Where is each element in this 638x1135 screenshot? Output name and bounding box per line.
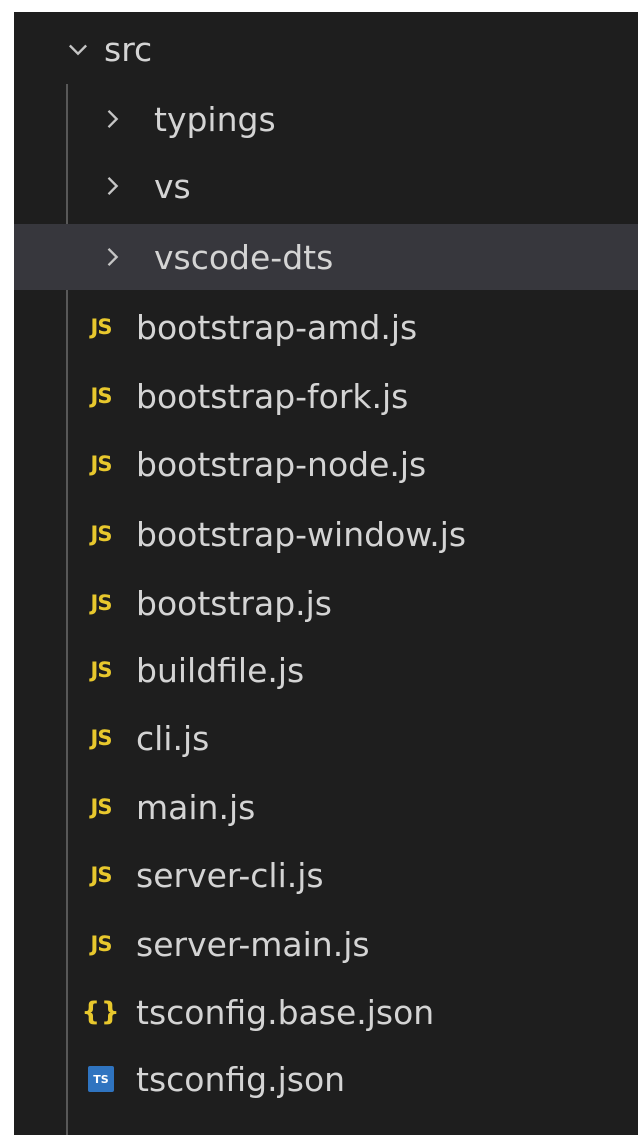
file-label: bootstrap-amd.js [136,307,418,347]
file-label: tsconfig.base.json [136,992,435,1032]
file-item-buildfile[interactable]: JS buildfile.js [14,637,638,703]
file-label: cli.js [136,718,210,758]
ts-file-icon: TS [80,1064,122,1094]
file-item-tsconfig[interactable]: TS tsconfig.json [14,1046,638,1112]
js-file-icon: JS [90,590,113,615]
tree-item-src[interactable]: src [14,16,638,82]
chevron-right-icon [98,243,126,271]
tree-item-label: vscode-dts [154,237,334,277]
tree-item-vscode-dts[interactable]: vscode-dts [14,224,638,290]
file-label: server-main.js [136,924,370,964]
tree-item-label: typings [154,99,276,139]
file-label: buildfile.js [136,650,305,690]
ts-file-icon-text: TS [88,1066,114,1092]
json-file-icon: {} [81,997,121,1027]
tree-item-vs[interactable]: vs [14,153,638,219]
tree-item-label: vs [154,166,191,206]
file-label: server-cli.js [136,855,324,895]
file-label: bootstrap-node.js [136,444,427,484]
file-item-bootstrap-fork[interactable]: JS bootstrap-fork.js [14,363,638,429]
file-item-bootstrap[interactable]: JS bootstrap.js [14,570,638,636]
file-label: bootstrap-window.js [136,514,467,554]
tree-item-label: src [104,29,153,69]
file-label: main.js [136,787,256,827]
file-item-server-main[interactable]: JS server-main.js [14,911,638,977]
file-item-bootstrap-node[interactable]: JS bootstrap-node.js [14,431,638,497]
js-file-icon: JS [90,383,113,408]
js-file-icon: JS [90,794,113,819]
file-item-tsconfig-base[interactable]: {} tsconfig.base.json [14,979,638,1045]
chevron-right-icon [98,172,126,200]
js-file-icon: JS [90,725,113,750]
js-file-icon: JS [90,314,113,339]
file-label: bootstrap.js [136,583,332,623]
chevron-right-icon [98,105,126,133]
tree-item-typings[interactable]: typings [14,86,638,152]
file-label: bootstrap-fork.js [136,376,409,416]
js-file-icon: JS [90,451,113,476]
js-file-icon: JS [90,521,113,546]
file-item-bootstrap-window[interactable]: JS bootstrap-window.js [14,501,638,567]
js-file-icon: JS [90,862,113,887]
file-item-bootstrap-amd[interactable]: JS bootstrap-amd.js [14,294,638,360]
file-explorer: src typings vs vscode-dts JS bootstrap-a… [0,0,638,1135]
js-file-icon: JS [90,931,113,956]
file-item-main[interactable]: JS main.js [14,774,638,840]
file-item-cli[interactable]: JS cli.js [14,705,638,771]
file-item-server-cli[interactable]: JS server-cli.js [14,842,638,908]
chevron-down-icon [64,35,92,63]
js-file-icon: JS [90,657,113,682]
file-label: tsconfig.json [136,1059,346,1099]
